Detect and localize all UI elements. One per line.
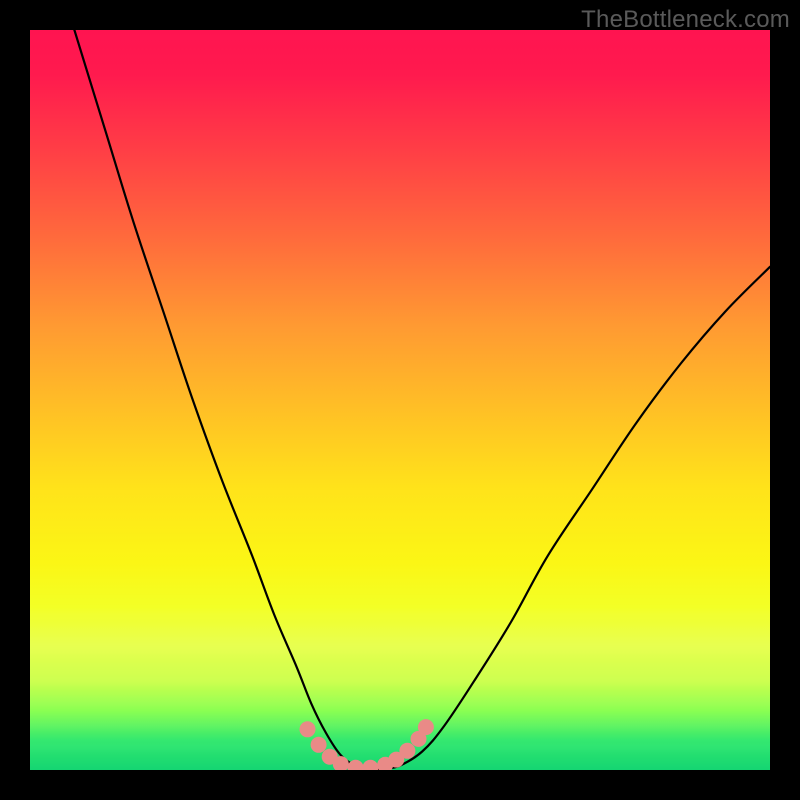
marker-dot [362, 760, 378, 770]
chart-frame: TheBottleneck.com [0, 0, 800, 800]
low-region-markers-group [300, 719, 434, 770]
plot-area [30, 30, 770, 770]
bottleneck-curve-path [74, 30, 770, 769]
marker-dot [418, 719, 434, 735]
marker-dot [399, 743, 415, 759]
marker-dot [300, 721, 316, 737]
curve-svg [30, 30, 770, 770]
marker-dot [311, 737, 327, 753]
marker-dot [348, 760, 364, 770]
watermark-text: TheBottleneck.com [581, 6, 790, 34]
